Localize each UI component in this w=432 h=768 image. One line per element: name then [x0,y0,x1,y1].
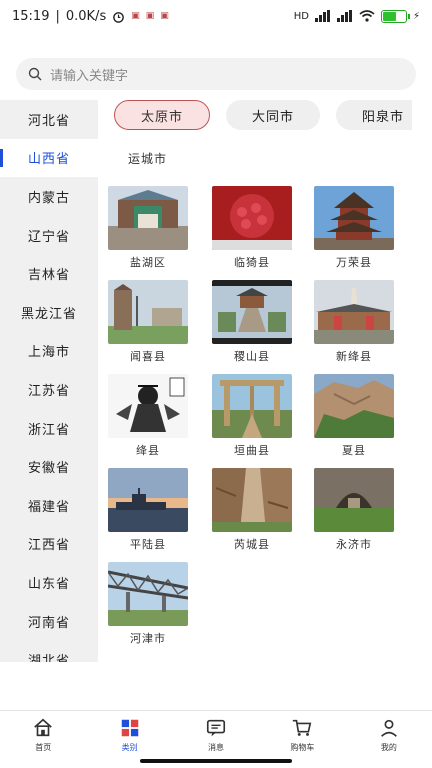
sidebar-item[interactable]: 内蒙古 [0,177,98,216]
notification-icon-2: ▣ [145,11,155,21]
gate-photo[interactable] [108,186,188,250]
battery-icon [380,9,410,23]
bridge-photo[interactable] [108,562,188,626]
message-icon [206,719,226,736]
status-time: 15:19 [12,8,50,24]
tab-category[interactable]: 类别 [86,711,172,758]
place-card[interactable]: 芮城县 [212,468,294,552]
sidebar-item[interactable]: 辽宁省 [0,216,98,255]
city-tab[interactable]: 大同市 [226,100,321,130]
sidebar-item[interactable]: 湖北省 [0,640,98,662]
place-label: 河津市 [130,632,166,645]
home-indicator [140,759,292,763]
province-sidebar: 河北省 山西省 内蒙古 辽宁省 吉林省 黑龙江省 上海市 江苏省 浙江省 安徽省 福建省 江西省 山东省… [0,100,98,662]
place-card[interactable]: 夏县 [314,374,396,458]
sidebar-item[interactable]: 吉林省 [0,254,98,293]
bottom-tab-bar: 首页 类别 消息 购物车 我的 [0,710,432,758]
charging-icon: ⚡ [412,10,420,22]
place-label: 垣曲县 [234,444,270,457]
sidebar-item[interactable]: 江苏省 [0,370,98,409]
tab-label: 消息 [208,742,225,752]
tab-label: 类别 [121,742,138,752]
tab-label: 我的 [380,742,397,752]
tab-cart[interactable]: 购物车 [259,711,345,758]
notification-icon: ▣ [131,11,140,21]
sidebar-item[interactable]: 安徽省 [0,447,98,486]
place-label: 平陆县 [130,538,166,551]
cliff-photo[interactable] [314,374,394,438]
category-icon [121,719,138,736]
place-label: 稷山县 [234,350,270,363]
tab-profile[interactable]: 我的 [346,711,432,758]
place-card[interactable]: 闻喜县 [108,280,190,364]
sidebar-item[interactable]: 河北省 [0,100,98,139]
canyon-photo[interactable] [212,468,292,532]
sidebar-item[interactable]: 江西省 [0,525,98,564]
harbor-photo[interactable] [108,468,188,532]
search-icon [28,67,42,81]
place-label: 绛县 [136,444,160,457]
sidebar-item[interactable]: 河南省 [0,602,98,641]
place-card[interactable]: 河津市 [108,562,190,646]
place-label: 新绛县 [336,350,372,363]
pomegranate-photo[interactable] [212,186,292,250]
profile-icon [380,719,397,737]
city-tab[interactable]: 阳泉市 [336,100,412,130]
place-card[interactable]: 垣曲县 [212,374,294,458]
wifi-icon [359,10,375,22]
place-card[interactable]: 临猗县 [212,186,294,270]
place-label: 闻喜县 [130,350,166,363]
city-tab[interactable]: 太原市 [114,100,211,130]
place-card[interactable]: 平陆县 [108,468,190,552]
sidebar-item[interactable]: 山西省 [0,138,98,178]
tab-home[interactable]: 首页 [0,711,86,758]
place-label: 夏县 [342,444,366,457]
archway-photo[interactable] [212,374,292,438]
sidebar-item[interactable]: 福建省 [0,486,98,525]
cave-photo[interactable] [314,468,394,532]
ink-painting-photo[interactable] [108,374,188,438]
tab-label: 购物车 [290,742,315,752]
place-card[interactable]: 新绛县 [314,280,396,364]
sidebar-item[interactable]: 黑龙江省 [0,293,98,332]
place-label: 永济市 [336,538,372,551]
sidebar-item[interactable]: 山东省 [0,563,98,602]
signal-icon [314,10,330,22]
sidebar-item[interactable]: 上海市 [0,332,98,371]
network-speed: 0.0K/s [65,8,107,24]
city-tabs: 太原市 大同市 阳泉市 [108,100,412,132]
pagoda-photo[interactable] [314,280,394,344]
place-card[interactable]: 绛县 [108,374,190,458]
ruin-photo[interactable] [108,280,188,344]
place-label: 芮城县 [234,538,270,551]
alarm-icon [113,11,125,23]
temple-photo[interactable] [212,280,292,344]
search-bar[interactable]: 请输入关键字 [16,58,416,90]
place-label: 临猗县 [234,256,270,269]
place-card[interactable]: 稷山县 [212,280,294,364]
home-icon [34,718,53,736]
category-page: 15:19 | 0.0K/s ▣ ▣ ▣ HD ⚡ 请输入关键字 河北省 山西省… [0,0,432,768]
sidebar-item[interactable]: 浙江省 [0,409,98,448]
place-card[interactable]: 万荣县 [314,186,396,270]
place-label: 盐湖区 [130,256,166,269]
tab-message[interactable]: 消息 [173,711,259,758]
tower-photo[interactable] [314,186,394,250]
search-input[interactable]: 请输入关键字 [50,65,128,84]
signal-hd-label: HD [293,10,309,22]
signal-icon-2 [336,10,352,22]
place-card[interactable]: 盐湖区 [108,186,190,270]
notification-icon-3: ▣ [160,11,169,21]
tab-label: 首页 [35,742,52,752]
status-bar: 15:19 | 0.0K/s ▣ ▣ ▣ HD ⚡ [12,8,420,24]
place-label: 万荣县 [336,256,372,269]
place-card[interactable]: 永济市 [314,468,396,552]
section-title: 运城市 [128,152,168,166]
cart-icon [293,719,312,736]
